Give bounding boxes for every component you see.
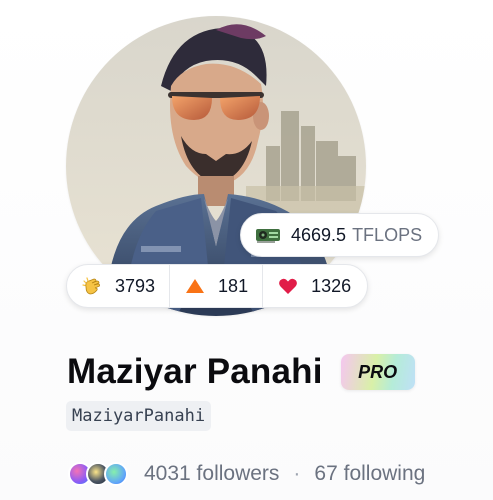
display-name: Maziyar Panahi (67, 352, 323, 391)
follower-avatar (104, 462, 128, 486)
upvote-triangle-icon (184, 275, 206, 297)
reaction-upvote[interactable]: 181 (170, 265, 264, 307)
following-link[interactable]: 67 following (314, 462, 425, 486)
clap-count: 3793 (115, 275, 156, 296)
separator-dot: · (293, 462, 301, 485)
tflops-unit: TFLOPS (352, 224, 423, 245)
profile-card: 4669.5 TFLOPS 3793 181 1326 Maziyar Pana… (0, 0, 493, 500)
reactions-bar: 3793 181 1326 (66, 264, 369, 308)
reaction-clap[interactable]: 3793 (67, 265, 171, 307)
name-row: Maziyar Panahi PRO (67, 350, 415, 394)
upvote-count: 181 (218, 275, 249, 296)
compute-tflops-badge[interactable]: 4669.5 TFLOPS (240, 213, 440, 257)
pro-badge[interactable]: PRO (340, 354, 415, 390)
follower-avatars[interactable] (68, 462, 128, 486)
clap-icon (81, 275, 103, 297)
follow-stats: 4031 followers · 67 following (68, 458, 425, 490)
followers-link[interactable]: 4031 followers (144, 462, 279, 486)
reaction-heart[interactable]: 1326 (263, 265, 367, 307)
heart-count: 1326 (311, 275, 352, 296)
gpu-icon (255, 226, 281, 244)
username-handle: MaziyarPanahi (66, 401, 212, 431)
tflops-value: 4669.5 (291, 224, 347, 245)
heart-icon (277, 275, 299, 297)
